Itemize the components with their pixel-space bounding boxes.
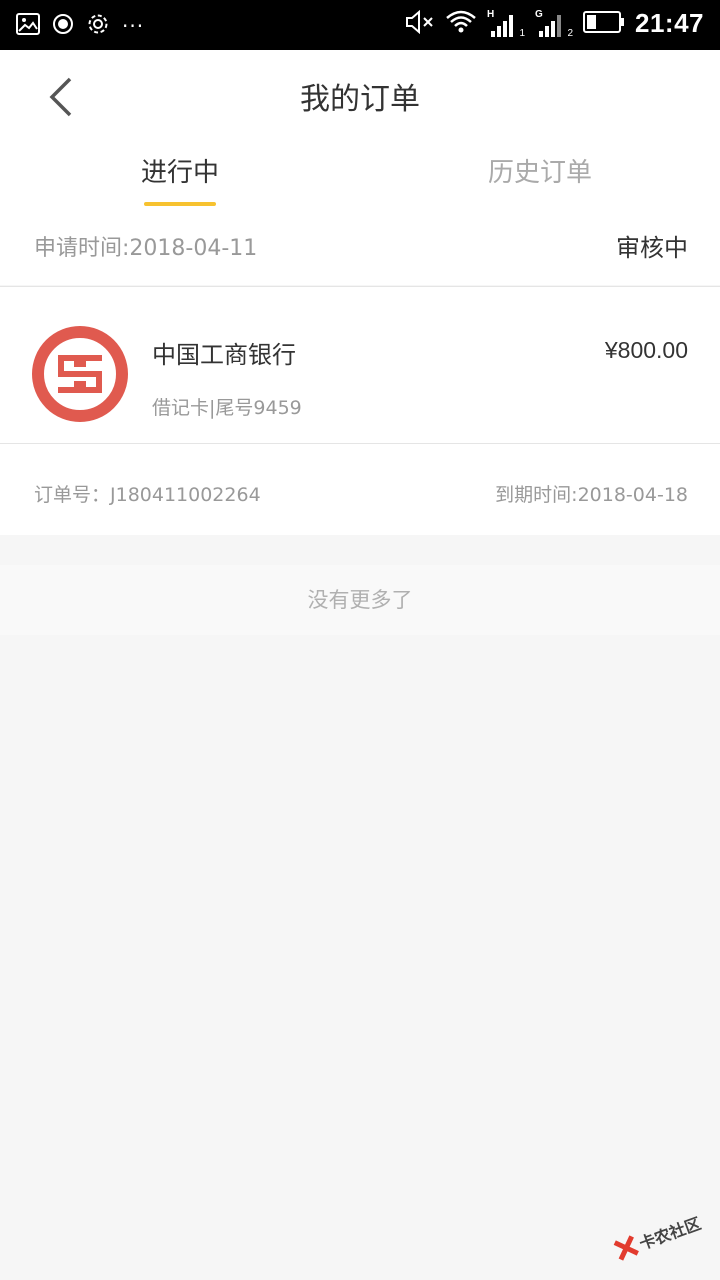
divider [0,443,720,444]
sim2-slot: 2 [567,27,573,39]
order-number: 订单号：J180411002264 [34,484,261,506]
apply-time: 申请时间:2018-04-11 [34,236,258,261]
status-bar: ··· H 1 G 2 21:47 [0,0,720,50]
order-card[interactable]: 中国工商银行 ¥800.00 借记卡|尾号9459 订单号：J180411002… [0,287,720,535]
tab-history-orders[interactable]: 历史订单 [360,150,720,210]
signal-sim2-icon: G 2 [535,9,573,39]
card-info: 借记卡|尾号9459 [152,397,302,419]
mute-icon [405,9,435,38]
bank-name: 中国工商银行 [152,341,296,369]
tab-in-progress[interactable]: 进行中 [0,150,360,210]
status-badge: 审核中 [616,234,688,262]
settings-icon [86,12,110,40]
list-end-text: 没有更多了 [0,565,720,635]
order-tabs: 进行中 历史订单 [0,150,720,210]
image-icon [16,13,40,39]
signal-sim1-icon: H 1 [487,9,525,39]
watermark: 卡农社区 [606,1194,717,1275]
watermark-text: 卡农社区 [636,1213,704,1254]
clock: 21:47 [635,8,704,38]
due-time: 到期时间:2018-04-18 [495,484,688,506]
battery-icon [583,10,625,38]
sim1-slot: 1 [519,27,525,39]
page-header: 我的订单 进行中 历史订单 申请时间:2018-04-11 审核中 [0,50,720,285]
more-dots-icon: ··· [122,14,145,38]
record-icon [52,13,74,39]
icbc-logo-icon [32,326,128,422]
wifi-icon [445,9,477,39]
order-amount: ¥800.00 [604,337,688,363]
apply-row: 申请时间:2018-04-11 审核中 [0,226,720,286]
active-tab-indicator [144,202,216,206]
page-title: 我的订单 [300,82,420,117]
